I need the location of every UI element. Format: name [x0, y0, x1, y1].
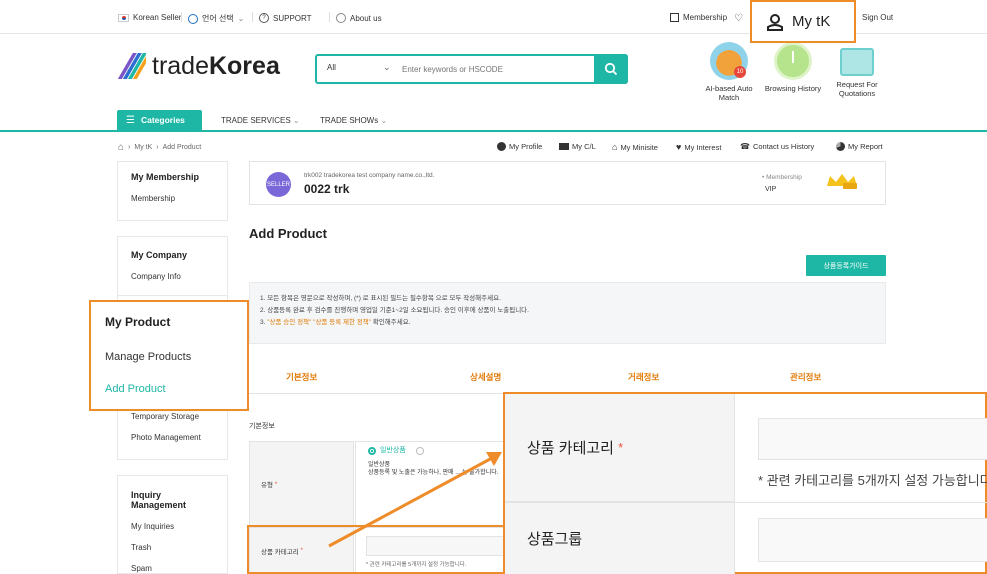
zoom-group-label: 상품그룹 — [505, 503, 735, 574]
user-icon — [767, 13, 783, 31]
sidebar-item-add-product[interactable]: Add Product — [105, 383, 233, 395]
sidebar-item-manage-products[interactable]: Manage Products — [105, 351, 233, 363]
callout-my-product-title: My Product — [105, 315, 171, 329]
my-product-callout: My Product Manage Products Add Product — [89, 300, 249, 411]
zoom-group-label-text: 상품그룹 — [527, 531, 583, 548]
zoom-group-input[interactable] — [758, 518, 987, 562]
zoom-category-label-text: 상품 카테고리 — [527, 440, 614, 457]
zoom-category-label: 상품 카테고리 * — [505, 394, 735, 502]
zoom-callout: 상품 카테고리 * * 관련 카테고리를 5개까지 설정 가능합니다 상품그룹 — [503, 392, 987, 574]
my-tk-label: My tK — [792, 13, 831, 30]
required-mark: * — [618, 440, 624, 455]
zoom-category-input[interactable] — [758, 418, 987, 460]
my-tk-button[interactable]: My tK — [750, 0, 856, 43]
zoom-category-help: * 관련 카테고리를 5개까지 설정 가능합니다 — [758, 473, 987, 488]
